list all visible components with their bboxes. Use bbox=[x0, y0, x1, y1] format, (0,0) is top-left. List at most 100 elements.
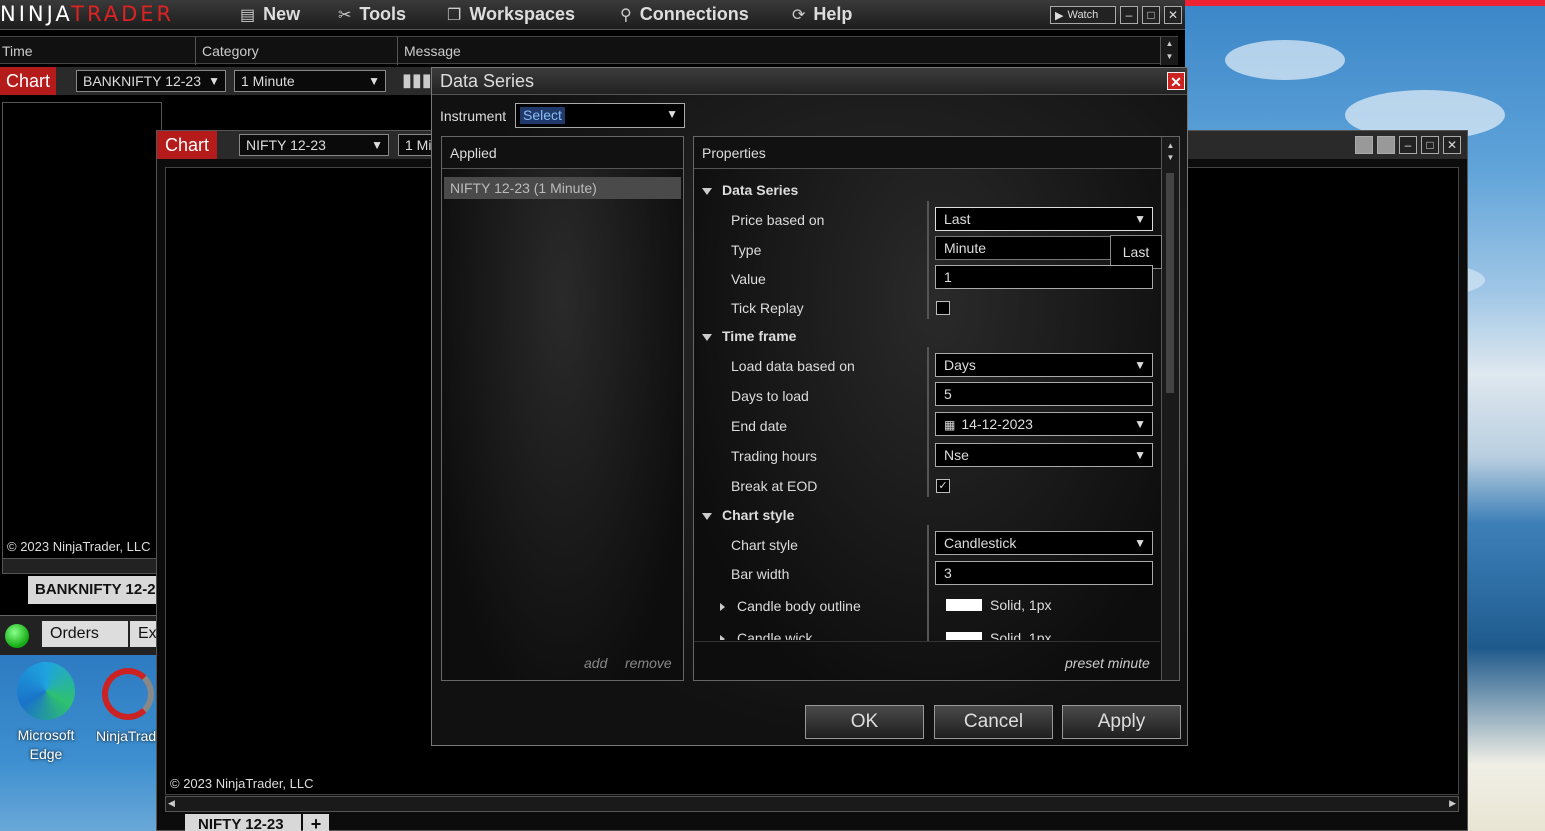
desktop-icon-ninjatrader[interactable]: NinjaTrader bbox=[96, 668, 160, 744]
chart-back-toolbar: Chart BANKNIFTY 12-23 ▼ 1 Minute ▼ ▮▮▮ bbox=[0, 67, 432, 95]
window-option-button[interactable] bbox=[1355, 136, 1373, 154]
instrument-select[interactable]: Select ▼ bbox=[515, 103, 685, 128]
workspaces-icon: ❐ bbox=[447, 6, 462, 24]
price-based-on-label: Price based on bbox=[731, 212, 825, 228]
properties-panel: Properties ▲ ▼ Data Series Price based on… bbox=[693, 136, 1180, 681]
chart-front-tab[interactable]: NIFTY 12-23 bbox=[185, 814, 301, 831]
maximize-button[interactable]: □ bbox=[1421, 136, 1439, 154]
trading-hours-label: Trading hours bbox=[731, 448, 817, 464]
chevron-down-icon: ▼ bbox=[1134, 536, 1146, 550]
chart-back-panel: © 2023 NinjaTrader, LLC bbox=[2, 102, 162, 572]
scroll-right-icon[interactable]: ▶ bbox=[1449, 798, 1456, 809]
break-at-eod-label: Break at EOD bbox=[731, 478, 818, 494]
days-to-load-input[interactable]: 5 bbox=[935, 382, 1153, 406]
scroll-arrows-icon[interactable]: ▲ ▼ bbox=[1162, 140, 1179, 164]
collapse-icon bbox=[702, 512, 712, 520]
dialog-title-bar: Data Series bbox=[432, 68, 1187, 95]
collapse-icon bbox=[702, 333, 712, 341]
properties-header: Properties bbox=[694, 137, 1179, 169]
expand-icon bbox=[720, 603, 725, 612]
properties-scrollbar[interactable]: ▲ ▼ bbox=[1161, 137, 1179, 680]
chart-front-label: Chart bbox=[157, 131, 218, 159]
chart-style-select[interactable]: Candlestick ▼ bbox=[935, 531, 1153, 555]
log-scrollbar[interactable]: ▲ ▼ bbox=[1160, 37, 1178, 65]
chart-style-label: Chart style bbox=[731, 537, 798, 553]
remove-link[interactable]: remove bbox=[625, 655, 672, 671]
candle-wick-value: Solid, 1px bbox=[990, 630, 1052, 640]
applied-panel: Applied NIFTY 12-23 (1 Minute) add remov… bbox=[441, 136, 684, 681]
days-to-load-label: Days to load bbox=[731, 388, 809, 404]
end-date-picker[interactable]: ▦ 14-12-2023 ▼ bbox=[935, 412, 1153, 436]
desktop-icon-edge[interactable]: Microsoft Edge bbox=[8, 662, 84, 764]
candle-wick-label[interactable]: Candle wick bbox=[720, 630, 812, 640]
menu-tools[interactable]: ✂ Tools bbox=[338, 4, 406, 25]
dialog-title: Data Series bbox=[440, 71, 535, 91]
maximize-button[interactable]: □ bbox=[1142, 6, 1160, 24]
interval-selector[interactable]: 1 Minute ▼ bbox=[234, 70, 386, 92]
preset-link[interactable]: preset minute bbox=[1065, 655, 1150, 671]
chart-front-copyright: © 2023 NinjaTrader, LLC bbox=[170, 776, 314, 791]
new-chart-icon: ▤ bbox=[240, 6, 256, 24]
add-tab-button[interactable]: + bbox=[303, 814, 329, 831]
instrument-label: Instrument bbox=[440, 108, 507, 124]
chart-back-hscroll[interactable] bbox=[2, 558, 162, 574]
minimize-button[interactable]: – bbox=[1120, 6, 1138, 24]
tab-orders[interactable]: Orders bbox=[42, 621, 128, 647]
column-divider bbox=[927, 347, 929, 497]
tools-icon: ✂ bbox=[338, 6, 352, 24]
scroll-left-icon[interactable]: ◀ bbox=[168, 798, 175, 809]
menu-connections[interactable]: ⚲ Connections bbox=[620, 4, 749, 25]
value-input[interactable]: 1 bbox=[935, 265, 1153, 289]
log-col-category[interactable]: Category bbox=[200, 37, 398, 65]
price-based-on-select[interactable]: Last ▼ bbox=[935, 207, 1153, 231]
color-swatch[interactable] bbox=[946, 599, 982, 611]
chart-back-label: Chart bbox=[0, 67, 57, 95]
candle-body-outline-label[interactable]: Candle body outline bbox=[720, 598, 861, 614]
bar-width-input[interactable]: 3 bbox=[935, 561, 1153, 585]
menu-new[interactable]: ▤ New bbox=[240, 4, 300, 25]
close-button[interactable]: ✕ bbox=[1164, 6, 1182, 24]
window-option-button[interactable] bbox=[1377, 136, 1395, 154]
applied-item[interactable]: NIFTY 12-23 (1 Minute) bbox=[444, 177, 681, 199]
tick-replay-checkbox[interactable] bbox=[936, 301, 950, 315]
close-button[interactable]: ✕ bbox=[1443, 136, 1461, 154]
cancel-button[interactable]: Cancel bbox=[934, 705, 1053, 739]
chevron-down-icon: ▼ bbox=[1134, 212, 1146, 226]
panel-separator bbox=[694, 641, 1160, 642]
menu-bar: NINJATRADER ▤ New ✂ Tools ❐ Workspaces ⚲ Con… bbox=[0, 0, 1185, 30]
log-col-time[interactable]: Time bbox=[0, 37, 196, 65]
menu-help[interactable]: ⟳ Help bbox=[792, 4, 852, 25]
type-label: Type bbox=[731, 242, 762, 258]
trading-hours-select[interactable]: Nse ▼ bbox=[935, 443, 1153, 467]
column-divider bbox=[927, 201, 929, 319]
tick-replay-label: Tick Replay bbox=[731, 300, 804, 316]
chevron-down-icon: ▼ bbox=[1134, 358, 1146, 372]
apply-button[interactable]: Apply bbox=[1062, 705, 1181, 739]
minimize-button[interactable]: – bbox=[1399, 136, 1417, 154]
load-data-based-on-select[interactable]: Days ▼ bbox=[935, 353, 1153, 377]
menu-workspaces[interactable]: ❐ Workspaces bbox=[447, 4, 575, 25]
section-time-frame[interactable]: Time frame bbox=[702, 328, 796, 344]
edge-icon bbox=[17, 662, 75, 720]
color-swatch[interactable] bbox=[946, 632, 982, 640]
chart-front-hscroll[interactable]: ◀ ▶ bbox=[165, 796, 1459, 812]
watch-button[interactable]: ▶ Watch bbox=[1050, 6, 1116, 24]
chart-back-copyright: © 2023 NinjaTrader, LLC bbox=[7, 539, 151, 554]
bar-width-label: Bar width bbox=[731, 566, 790, 582]
section-data-series[interactable]: Data Series bbox=[702, 182, 798, 198]
chart-style-icon[interactable]: ▮▮▮ bbox=[402, 70, 432, 91]
load-data-based-on-label: Load data based on bbox=[731, 358, 855, 374]
dialog-close-button[interactable]: ✕ bbox=[1167, 72, 1185, 90]
add-link[interactable]: add bbox=[584, 655, 607, 671]
chart-back-tab[interactable]: BANKNIFTY 12-23 bbox=[28, 576, 162, 604]
chevron-down-icon: ▼ bbox=[1134, 448, 1146, 462]
ok-button[interactable]: OK bbox=[805, 705, 924, 739]
log-col-message[interactable]: Message bbox=[402, 37, 1158, 65]
section-chart-style[interactable]: Chart style bbox=[702, 507, 794, 523]
instrument-selector[interactable]: BANKNIFTY 12-23 ▼ bbox=[76, 70, 226, 92]
scroll-thumb[interactable] bbox=[1166, 173, 1174, 393]
break-at-eod-checkbox[interactable]: ✓ bbox=[936, 479, 950, 493]
chevron-down-icon: ▼ bbox=[1134, 417, 1146, 431]
ninjatrader-logo: NINJATRADER bbox=[0, 2, 175, 26]
instrument-selector[interactable]: NIFTY 12-23 ▼ bbox=[239, 134, 389, 156]
